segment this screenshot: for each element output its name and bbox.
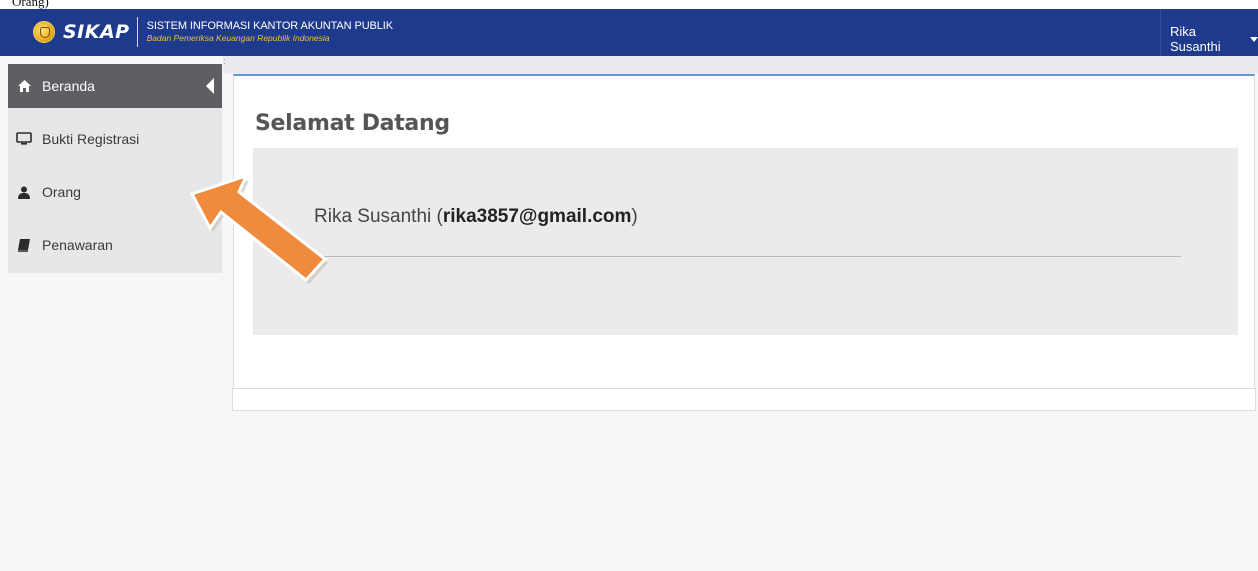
welcome-panel: Selamat Datang Rika Susanthi (rika3857@g… xyxy=(233,74,1255,388)
welcome-user-line: Rika Susanthi (rika3857@gmail.com) xyxy=(314,206,638,228)
home-icon xyxy=(16,78,32,94)
caret-down-icon xyxy=(1250,36,1258,42)
welcome-user-email: rika3857@gmail.com xyxy=(442,206,632,227)
bpk-emblem-icon xyxy=(33,21,55,43)
user-icon xyxy=(16,184,32,200)
annotation-arrow-icon xyxy=(189,173,328,284)
sidebar-item-label: Orang xyxy=(42,184,81,200)
brand-titles: SISTEM INFORMASI KANTOR AKUNTAN PUBLIK B… xyxy=(146,20,394,44)
user-name: Rika Susanthi xyxy=(1170,24,1221,54)
sidebar-item-beranda[interactable]: Beranda xyxy=(8,64,222,108)
monitor-icon xyxy=(16,131,32,147)
sidebar-toggle-dots[interactable]: · · xyxy=(223,56,226,68)
brand[interactable]: SIKAP SISTEM INFORMASI KANTOR AKUNTAN PU… xyxy=(33,15,393,49)
sidebar-item-label: Beranda xyxy=(42,78,95,94)
page-title: Selamat Datang xyxy=(255,111,450,136)
welcome-close-paren: ) xyxy=(631,206,638,227)
book-icon xyxy=(16,237,32,253)
sidebar-item-label: Penawaran xyxy=(42,237,113,253)
welcome-divider xyxy=(314,256,1181,257)
top-navbar: SIKAP SISTEM INFORMASI KANTOR AKUNTAN PU… xyxy=(0,9,1258,56)
sidebar-item-bukti-registrasi[interactable]: Bukti Registrasi xyxy=(8,117,222,161)
app-subtitle: Badan Pemeriksa Keuangan Republik Indone… xyxy=(146,33,330,43)
brand-divider xyxy=(136,17,138,47)
content-toolbar: · · xyxy=(223,56,1258,74)
app-title: SISTEM INFORMASI KANTOR AKUNTAN PUBLIK xyxy=(146,20,394,32)
app-logo-text: SIKAP xyxy=(63,21,130,43)
welcome-open-paren: ( xyxy=(431,206,443,227)
navbar-divider xyxy=(1160,9,1161,56)
user-menu-button[interactable]: Rika Susanthi xyxy=(1170,24,1258,54)
sidebar-item-label: Bukti Registrasi xyxy=(42,131,140,147)
navbar-handle-dots: · · xyxy=(412,16,415,31)
panel-footer xyxy=(232,388,1256,411)
top-strip: Orang) xyxy=(0,0,1258,9)
welcome-box: Rika Susanthi (rika3857@gmail.com) xyxy=(253,148,1238,335)
